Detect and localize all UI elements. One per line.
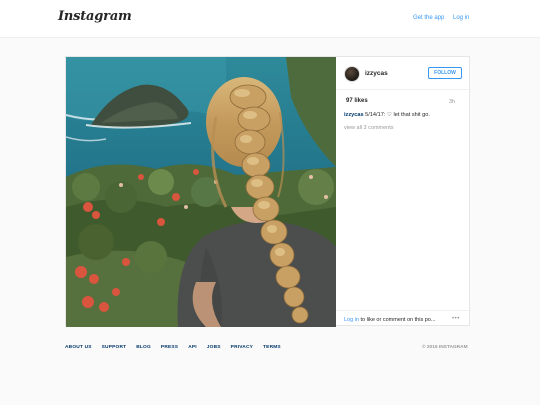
footer-link-press[interactable]: PRESS: [161, 345, 178, 350]
footer-links: ABOUT US SUPPORT BLOG PRESS API JOBS PRI…: [65, 345, 281, 350]
login-to-comment-text: to like or comment on this po...: [359, 317, 436, 323]
post-photo-image: [66, 57, 336, 327]
get-the-app-link[interactable]: Get the app: [413, 15, 444, 21]
footer-link-terms[interactable]: TERMS: [263, 345, 281, 350]
footer-link-support[interactable]: SUPPORT: [102, 345, 127, 350]
login-to-comment: Log in to like or comment on this po...: [344, 317, 435, 323]
post-time: 3h: [449, 99, 456, 105]
footer-link-privacy[interactable]: PRIVACY: [231, 345, 253, 350]
login-link[interactable]: Log in: [453, 15, 469, 21]
post-card: izzycas FOLLOW 97 likes 3h izzycas 5/14/…: [65, 56, 471, 327]
caption-text: 5/14/17: ♡ let that shit go.: [365, 112, 430, 118]
footer-link-about[interactable]: ABOUT US: [65, 345, 92, 350]
more-options-icon[interactable]: •••: [452, 316, 460, 322]
footer-link-api[interactable]: API: [188, 345, 197, 350]
footer-login-link[interactable]: Log in: [344, 317, 359, 323]
caption-username[interactable]: izzycas: [344, 112, 364, 118]
post-sidebar: izzycas FOLLOW 97 likes 3h izzycas 5/14/…: [336, 57, 471, 327]
footer-link-blog[interactable]: BLOG: [136, 345, 151, 350]
footer-link-jobs[interactable]: JOBS: [207, 345, 221, 350]
user-avatar[interactable]: [344, 66, 360, 82]
post-actions-bar: Log in to like or comment on this po... …: [336, 310, 471, 327]
post-photo[interactable]: [66, 57, 336, 327]
instagram-logo[interactable]: Instagram: [58, 9, 132, 24]
post-header: izzycas FOLLOW: [336, 57, 471, 90]
copyright: © 2015 INSTAGRAM: [422, 345, 468, 350]
top-navigation-bar: Instagram Get the app Log in: [0, 0, 540, 38]
post-caption: izzycas 5/14/17: ♡ let that shit go.: [344, 112, 430, 118]
view-all-comments-link[interactable]: view all 3 comments: [344, 125, 394, 131]
post-username[interactable]: izzycas: [365, 70, 388, 77]
follow-button[interactable]: FOLLOW: [428, 67, 462, 79]
likes-count[interactable]: 97 likes: [346, 98, 368, 104]
